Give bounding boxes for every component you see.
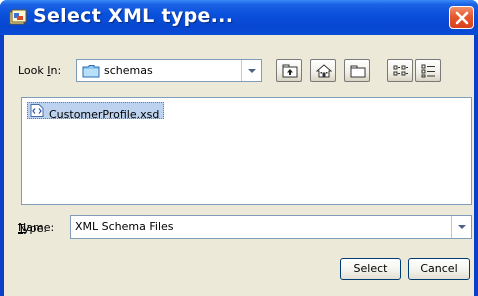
- title-bar[interactable]: Select XML type...: [0, 0, 478, 35]
- xml-file-icon: [30, 104, 44, 117]
- dialog-content: Look In: schemas CustomerProfile.xsd Nam…: [4, 35, 474, 296]
- folder-icon: [82, 65, 100, 78]
- look-in-combo[interactable]: schemas: [76, 59, 262, 82]
- file-list[interactable]: CustomerProfile.xsd: [21, 97, 472, 205]
- select-button[interactable]: Select: [340, 258, 401, 280]
- home-button[interactable]: [310, 59, 336, 82]
- look-in-label: Look In:: [18, 64, 62, 77]
- details-view-icon: [421, 64, 435, 78]
- details-view-button[interactable]: [415, 59, 441, 82]
- home-icon: [316, 64, 332, 78]
- up-folder-icon: [282, 64, 298, 78]
- close-button[interactable]: [449, 6, 474, 29]
- look-in-value: schemas: [104, 64, 153, 77]
- list-view-icon: [393, 65, 408, 76]
- cancel-button[interactable]: Cancel: [408, 258, 470, 280]
- look-in-dropdown-arrow[interactable]: [241, 60, 261, 81]
- new-folder-button[interactable]: [344, 59, 370, 82]
- file-type-dropdown-arrow[interactable]: [451, 216, 471, 238]
- close-icon: [455, 11, 469, 25]
- list-view-button[interactable]: [387, 59, 413, 82]
- app-icon: [9, 9, 27, 25]
- file-item-customerprofile[interactable]: CustomerProfile.xsd: [27, 102, 165, 121]
- dialog-window: Select XML type... Look In: schemas Cust…: [0, 0, 478, 296]
- new-folder-icon: [350, 65, 366, 78]
- file-name: CustomerProfile.xsd: [49, 108, 160, 121]
- type-label: Type:: [18, 222, 47, 235]
- file-type-combo[interactable]: XML Schema Files: [70, 215, 472, 239]
- up-one-level-button[interactable]: [276, 59, 302, 82]
- chevron-down-icon: [458, 225, 466, 229]
- window-title: Select XML type...: [33, 5, 234, 27]
- chevron-down-icon: [248, 68, 256, 73]
- file-type-value: XML Schema Files: [75, 220, 174, 233]
